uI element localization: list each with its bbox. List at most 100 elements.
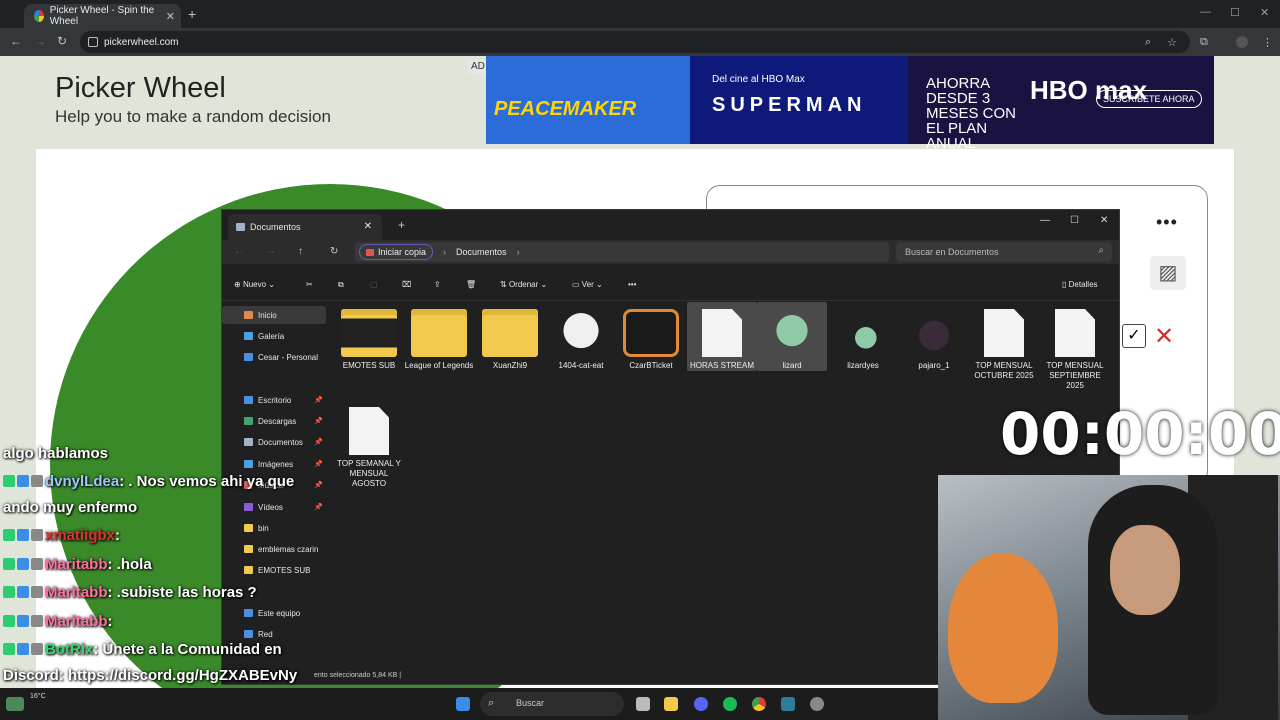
site-info-icon[interactable] [88, 37, 98, 47]
sidebar-item-label: Descargas [258, 416, 297, 426]
explorer-new-tab-button[interactable]: + [398, 218, 405, 232]
folder-icon [244, 332, 253, 340]
more-commands-button[interactable]: ••• [628, 280, 636, 289]
stream-chat-overlay: algo hablamos dvnylLdea: . Nos vemos ahi … [0, 445, 330, 720]
obs-icon[interactable] [810, 697, 824, 711]
new-tab-button[interactable]: + [188, 6, 196, 22]
sidebar-item-label: Galería [258, 331, 285, 341]
file-item[interactable]: lizardyes [828, 302, 898, 371]
breadcrumb[interactable]: Iniciar copia › Documentos › [355, 242, 889, 262]
file-item[interactable]: pajaro_1 [899, 302, 969, 371]
sidebar-item[interactable]: Descargas 📌 [222, 412, 326, 430]
view-button[interactable]: ▭ Ver ⌄ [572, 280, 603, 289]
file-item[interactable]: EMOTES SUB [334, 302, 404, 371]
explorer-up-icon[interactable]: ↑ [298, 246, 303, 257]
sidebar-item[interactable]: Escritorio 📌 [222, 391, 326, 409]
address-bar[interactable]: pickerwheel.com [80, 31, 1190, 53]
details-button-label: Detalles [1068, 280, 1098, 289]
explorer-tab-title: Documentos [250, 222, 301, 232]
maximize-window-button[interactable]: ☐ [1230, 6, 1240, 19]
discord-icon[interactable] [694, 697, 708, 711]
notepad-icon[interactable] [781, 697, 795, 711]
chrome-icon[interactable] [752, 697, 766, 711]
ad-cta-button[interactable]: SUSCRÍBETE AHORA [1096, 90, 1202, 108]
start-icon[interactable] [456, 697, 470, 711]
reload-icon[interactable]: ↻ [57, 34, 67, 48]
close-window-button[interactable]: ✕ [1260, 6, 1269, 19]
chat-badge-icon [3, 643, 15, 655]
browser-menu-icon[interactable]: ⋮ [1262, 36, 1273, 49]
file-item-label: League of Legends [404, 361, 474, 370]
sidebar-item[interactable]: Galería [222, 327, 326, 345]
chat-badge-icon [3, 615, 15, 627]
more-options-icon[interactable]: ••• [1156, 212, 1178, 233]
file-item-label: EMOTES SUB [342, 361, 396, 370]
explorer-search-input[interactable]: Buscar en Documentos ⌕ [896, 242, 1112, 262]
chat-username: xmatiigbx [45, 527, 116, 544]
sidebar-item[interactable]: Inicio [222, 306, 326, 324]
file-item[interactable]: TOP SEMANAL Y MENSUAL AGOSTO [334, 400, 404, 489]
chat-badge-icon [17, 475, 29, 487]
delete-icon[interactable]: 🗑 [466, 280, 476, 289]
ad-label: AD [468, 59, 488, 74]
picker-wheel-favicon-icon [34, 10, 44, 22]
sidebar-item[interactable]: Cesar - Personal [222, 348, 326, 366]
checkbox-icon[interactable]: ✓ [1122, 324, 1146, 348]
file-item[interactable]: lizard [757, 302, 827, 371]
file-item[interactable]: TOP MENSUAL OCTUBRE 2025 [969, 302, 1039, 381]
chat-username: Maritabb [45, 556, 108, 573]
task-view-icon[interactable] [636, 697, 650, 711]
bookmark-star-icon[interactable]: ☆ [1167, 36, 1177, 49]
new-button[interactable]: ⊕ Nuevo ⌄ [234, 280, 275, 289]
explorer-minimize-button[interactable]: — [1040, 215, 1050, 226]
file-item[interactable]: 1404-cat-eat [546, 302, 616, 371]
explorer-maximize-button[interactable]: ☐ [1070, 215, 1079, 226]
cut-icon[interactable]: ✂ [306, 280, 313, 289]
file-explorer-taskbar-icon[interactable] [664, 697, 678, 711]
file-item[interactable]: League of Legends [404, 302, 474, 371]
explorer-close-button[interactable]: ✕ [1100, 215, 1108, 226]
close-tab-icon[interactable]: ✕ [166, 10, 175, 23]
explorer-search-placeholder: Buscar en Documentos [905, 247, 999, 257]
profile-avatar[interactable] [1236, 36, 1248, 48]
folder-icon [244, 311, 253, 319]
rename-icon[interactable]: ⌧ [402, 280, 411, 289]
minimize-window-button[interactable]: — [1200, 6, 1211, 18]
breadcrumb-home[interactable]: Iniciar copia [359, 244, 434, 260]
file-item[interactable]: XuanZhi9 [475, 302, 545, 371]
file-item[interactable]: HORAS STREAM [687, 302, 757, 371]
back-icon[interactable]: ← [10, 34, 22, 48]
taskbar-search-label: Buscar [516, 698, 545, 708]
browser-tab[interactable]: Picker Wheel - Spin the Wheel ✕ [24, 4, 181, 28]
browser-toolbar: ← → ↻ pickerwheel.com ⌕ ☆ ⧉ ⋮ [0, 28, 1280, 56]
folder-icon [244, 353, 253, 361]
extensions-icon[interactable]: ⧉ [1200, 36, 1208, 49]
ad-banner[interactable]: PEACEMAKER Del cine al HBO Max SUPERMAN … [486, 56, 1214, 151]
explorer-command-bar: ⊕ Nuevo ⌄ ✂ ⧉ ▢ ⌧ ⇪ 🗑 ⇅ Ordenar ⌄ ▭ Ver … [222, 271, 1119, 301]
details-button[interactable]: ▯ Detalles [1062, 280, 1098, 289]
explorer-forward-icon[interactable]: → [266, 246, 276, 257]
spotify-icon[interactable] [723, 697, 737, 711]
copy-icon[interactable]: ⧉ [338, 280, 344, 290]
breadcrumb-documents[interactable]: Documentos [456, 247, 507, 257]
file-item[interactable]: TOP MENSUAL SEPTIEMBRE 2025 [1040, 302, 1110, 391]
sort-button[interactable]: ⇅ Ordenar ⌄ [500, 280, 547, 289]
explorer-refresh-icon[interactable]: ↻ [330, 246, 338, 257]
forward-icon[interactable]: → [34, 34, 46, 48]
pin-icon: 📌 [314, 397, 323, 404]
explorer-tab[interactable]: Documentos ✕ [228, 214, 382, 240]
chat-text: : .hola [107, 556, 152, 573]
zoom-icon[interactable]: ⌕ [1145, 36, 1151, 49]
share-icon[interactable]: ⇪ [434, 280, 441, 289]
clear-icon[interactable]: ✕ [1154, 322, 1174, 351]
sidebar-item-label: Cesar - Personal [258, 352, 319, 362]
explorer-back-icon[interactable]: ← [234, 246, 244, 257]
close-explorer-tab-icon[interactable]: ✕ [364, 221, 372, 232]
weather-icon[interactable] [6, 697, 24, 711]
taskbar-search[interactable]: ⌕ Buscar [480, 692, 624, 716]
add-image-icon[interactable]: ▨ [1150, 256, 1186, 290]
folder-icon [341, 309, 397, 357]
file-item[interactable]: CzarBTicket [616, 302, 686, 371]
paste-icon[interactable]: ▢ [370, 280, 378, 289]
chat-message: Maritabb: .subiste las horas ? [3, 584, 257, 601]
